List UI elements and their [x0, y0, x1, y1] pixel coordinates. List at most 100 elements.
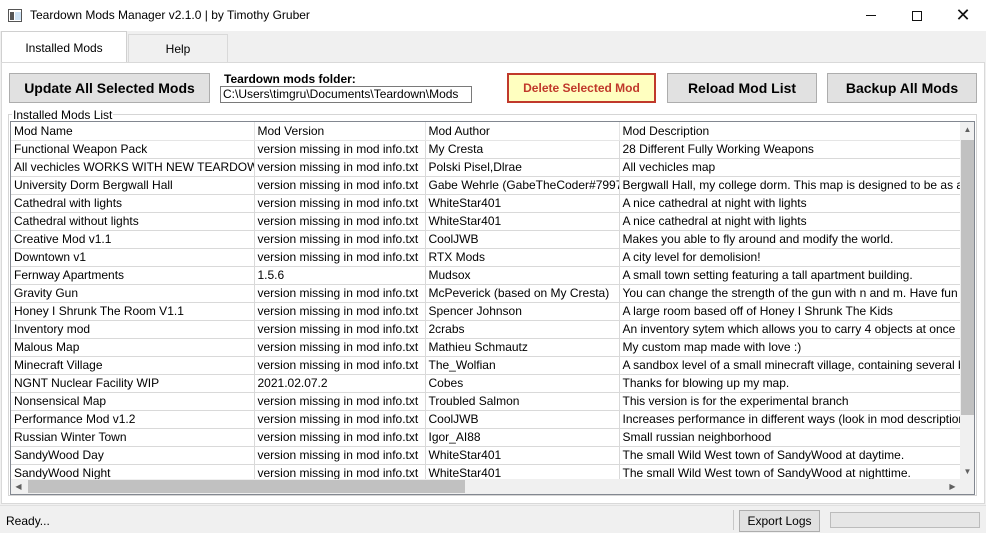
table-row[interactable]: Inventory mod version missing in mod info…: [11, 320, 960, 339]
cell-mod-description: Thanks for blowing up my map.: [619, 374, 960, 393]
maximize-icon: [912, 10, 922, 21]
status-text: Ready...: [6, 514, 50, 528]
mods-table-viewport: Mod Name Mod Version Mod Author Mod Desc…: [11, 122, 960, 479]
table-row[interactable]: Minecraft Village version missing in mod …: [11, 356, 960, 375]
cell-mod-version: version missing in mod info.txt: [254, 338, 426, 357]
table-row[interactable]: Russian Winter Town version missing in mo…: [11, 428, 960, 447]
column-header-mod-author[interactable]: Mod Author: [425, 122, 620, 141]
tab-help[interactable]: Help: [128, 34, 228, 63]
cell-mod-author: RTX Mods: [425, 248, 620, 267]
close-button[interactable]: ✕: [940, 0, 986, 31]
cell-mod-version: version missing in mod info.txt: [254, 320, 426, 339]
cell-mod-name: Cathedral with lights: [11, 194, 255, 213]
progress-bar: [830, 512, 980, 528]
cell-mod-name: Fernway Apartments: [11, 266, 255, 285]
cell-mod-description: The small Wild West town of SandyWood at…: [619, 446, 960, 465]
cell-mod-description: Small russian neighborhood: [619, 428, 960, 447]
cell-mod-name: Malous Map: [11, 338, 255, 357]
table-row[interactable]: All vechicles WORKS WITH NEW TEARDOWN ver…: [11, 158, 960, 177]
cell-mod-author: 2crabs: [425, 320, 620, 339]
vertical-scrollbar[interactable]: ▲ ▼: [960, 122, 974, 479]
cell-mod-description: A nice cathedral at night with lights: [619, 194, 960, 213]
cell-mod-author: WhiteStar401: [425, 464, 620, 479]
column-header-mod-name[interactable]: Mod Name: [11, 122, 255, 141]
cell-mod-name: Creative Mod v1.1: [11, 230, 255, 249]
table-row[interactable]: SandyWood Night version missing in mod in…: [11, 464, 960, 479]
table-row[interactable]: Downtown v1 version missing in mod info.t…: [11, 248, 960, 267]
export-logs-button[interactable]: Export Logs: [739, 510, 820, 532]
cell-mod-author: WhiteStar401: [425, 194, 620, 213]
cell-mod-name: All vechicles WORKS WITH NEW TEARDOWN: [11, 158, 255, 177]
status-separator: [733, 510, 734, 530]
table-row[interactable]: Cathedral without lights version missing …: [11, 212, 960, 231]
cell-mod-author: McPeverick (based on My Cresta): [425, 284, 620, 303]
table-row[interactable]: Cathedral with lights version missing in …: [11, 194, 960, 213]
cell-mod-version: version missing in mod info.txt: [254, 446, 426, 465]
cell-mod-name: Russian Winter Town: [11, 428, 255, 447]
mods-list-view[interactable]: Mod Name Mod Version Mod Author Mod Desc…: [10, 121, 975, 495]
cell-mod-name: Inventory mod: [11, 320, 255, 339]
table-row[interactable]: Malous Map version missing in mod info.tx…: [11, 338, 960, 357]
title-bar: Teardown Mods Manager v2.1.0 | by Timoth…: [0, 0, 986, 31]
cell-mod-version: version missing in mod info.txt: [254, 176, 426, 195]
table-row[interactable]: Gravity Gun version missing in mod info.t…: [11, 284, 960, 303]
cell-mod-name: Nonsensical Map: [11, 392, 255, 411]
table-row[interactable]: Creative Mod v1.1 version missing in mod …: [11, 230, 960, 249]
cell-mod-description: The small Wild West town of SandyWood at…: [619, 464, 960, 479]
mods-folder-field[interactable]: C:\Users\timgru\Documents\Teardown\Mods: [220, 86, 472, 103]
cell-mod-description: My custom map made with love :): [619, 338, 960, 357]
cell-mod-author: Troubled Salmon: [425, 392, 620, 411]
cell-mod-version: version missing in mod info.txt: [254, 428, 426, 447]
cell-mod-description: A city level for demolision!: [619, 248, 960, 267]
scroll-up-icon[interactable]: ▲: [960, 122, 974, 137]
table-row[interactable]: NGNT Nuclear Facility WIP 2021.02.07.2 Cob…: [11, 374, 960, 393]
minimize-button[interactable]: [848, 0, 894, 31]
cell-mod-author: Spencer Johnson: [425, 302, 620, 321]
scroll-down-icon[interactable]: ▼: [960, 464, 974, 479]
table-row[interactable]: Performance Mod v1.2 version missing in m…: [11, 410, 960, 429]
tab-strip: Help Installed Mods: [0, 31, 986, 63]
horizontal-scroll-thumb[interactable]: [28, 480, 465, 493]
backup-all-mods-button[interactable]: Backup All Mods: [827, 73, 977, 103]
delete-selected-mod-button[interactable]: Delete Selected Mod: [507, 73, 656, 103]
column-header-mod-description[interactable]: Mod Description: [619, 122, 960, 141]
minimize-icon: [866, 15, 876, 16]
table-row[interactable]: SandyWood Day version missing in mod info…: [11, 446, 960, 465]
vertical-scroll-thumb[interactable]: [961, 140, 974, 415]
app-icon: [8, 9, 22, 22]
cell-mod-description: An inventory sytem which allows you to c…: [619, 320, 960, 339]
cell-mod-version: version missing in mod info.txt: [254, 284, 426, 303]
table-row[interactable]: University Dorm Bergwall Hall version mis…: [11, 176, 960, 195]
table-row[interactable]: Functional Weapon Pack version missing in…: [11, 140, 960, 159]
scroll-left-icon[interactable]: ◀: [11, 479, 26, 494]
cell-mod-version: version missing in mod info.txt: [254, 248, 426, 267]
column-header-mod-version[interactable]: Mod Version: [254, 122, 426, 141]
cell-mod-name: SandyWood Day: [11, 446, 255, 465]
reload-mod-list-button[interactable]: Reload Mod List: [667, 73, 817, 103]
update-all-selected-mods-button[interactable]: Update All Selected Mods: [9, 73, 210, 103]
tab-installed-mods[interactable]: Installed Mods: [1, 31, 127, 63]
cell-mod-description: A nice cathedral at night with lights: [619, 212, 960, 231]
cell-mod-author: My Cresta: [425, 140, 620, 159]
cell-mod-name: Performance Mod v1.2: [11, 410, 255, 429]
cell-mod-author: CoolJWB: [425, 410, 620, 429]
maximize-button[interactable]: [894, 0, 940, 31]
status-bar: Ready... Export Logs: [0, 505, 986, 533]
cell-mod-version: version missing in mod info.txt: [254, 392, 426, 411]
scroll-right-icon[interactable]: ▶: [945, 479, 960, 494]
cell-mod-author: Mudsox: [425, 266, 620, 285]
cell-mod-name: SandyWood Night: [11, 464, 255, 479]
cell-mod-version: version missing in mod info.txt: [254, 140, 426, 159]
horizontal-scrollbar[interactable]: ◀ ▶: [11, 479, 960, 494]
cell-mod-version: version missing in mod info.txt: [254, 410, 426, 429]
cell-mod-version: 1.5.6: [254, 266, 426, 285]
cell-mod-author: WhiteStar401: [425, 212, 620, 231]
cell-mod-author: CoolJWB: [425, 230, 620, 249]
cell-mod-description: 28 Different Fully Working Weapons: [619, 140, 960, 159]
table-row[interactable]: Nonsensical Map version missing in mod in…: [11, 392, 960, 411]
cell-mod-name: Cathedral without lights: [11, 212, 255, 231]
table-row[interactable]: Fernway Apartments 1.5.6 Mudsox A small tow…: [11, 266, 960, 285]
cell-mod-name: Functional Weapon Pack: [11, 140, 255, 159]
cell-mod-author: WhiteStar401: [425, 446, 620, 465]
table-row[interactable]: Honey I Shrunk The Room V1.1 version miss…: [11, 302, 960, 321]
